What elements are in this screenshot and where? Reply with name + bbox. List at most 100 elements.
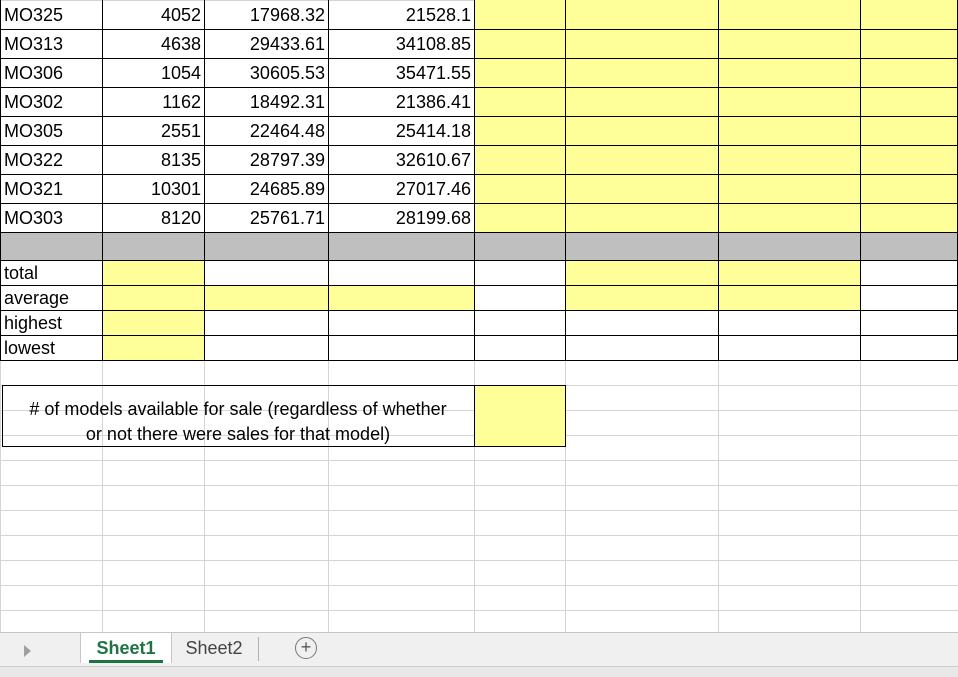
input-cell[interactable] bbox=[718, 145, 860, 174]
value-cell[interactable]: 28199.68 bbox=[328, 203, 474, 232]
cell-border bbox=[0, 203, 958, 204]
input-cell[interactable] bbox=[474, 29, 565, 58]
gridline-horizontal bbox=[0, 535, 958, 536]
gridline-horizontal bbox=[0, 610, 958, 611]
input-cell[interactable] bbox=[718, 203, 860, 232]
separator-row bbox=[0, 232, 958, 260]
summary-average-cell[interactable] bbox=[718, 285, 860, 310]
input-cell[interactable] bbox=[565, 58, 718, 87]
input-cell[interactable] bbox=[860, 29, 958, 58]
input-cell[interactable] bbox=[474, 0, 565, 29]
units-cell[interactable]: 4638 bbox=[102, 29, 204, 58]
summary-label-total[interactable]: total bbox=[0, 260, 102, 285]
value-cell[interactable]: 35471.55 bbox=[328, 58, 474, 87]
input-cell[interactable] bbox=[860, 116, 958, 145]
value-cell[interactable]: 32610.67 bbox=[328, 145, 474, 174]
input-cell[interactable] bbox=[860, 203, 958, 232]
model-cell[interactable]: MO322 bbox=[0, 145, 102, 174]
value-cell[interactable]: 17968.32 bbox=[204, 0, 328, 29]
summary-label-highest[interactable]: highest bbox=[0, 310, 102, 335]
status-bar bbox=[0, 666, 958, 677]
model-cell[interactable]: MO303 bbox=[0, 203, 102, 232]
cell-border bbox=[860, 0, 861, 361]
summary-average-cell[interactable] bbox=[565, 285, 718, 310]
summary-total-cell[interactable] bbox=[102, 260, 204, 285]
tab-divider bbox=[258, 637, 259, 661]
value-cell[interactable]: 25414.18 bbox=[328, 116, 474, 145]
cell-border bbox=[328, 0, 329, 361]
spreadsheet-grid[interactable]: MO325 4052 17968.32 21528.1 MO313 4638 29433.6… bbox=[0, 0, 958, 632]
input-cell[interactable] bbox=[474, 145, 565, 174]
sheet-tab-sheet1[interactable]: Sheet1 bbox=[80, 633, 172, 663]
summary-label-lowest[interactable]: lowest bbox=[0, 335, 102, 360]
units-cell[interactable]: 8135 bbox=[102, 145, 204, 174]
sheet-tab-bar: Sheet1 Sheet2 + bbox=[0, 632, 958, 667]
input-cell[interactable] bbox=[860, 58, 958, 87]
summary-total-cell[interactable] bbox=[718, 260, 860, 285]
summary-total-cell[interactable] bbox=[565, 260, 718, 285]
model-cell[interactable]: MO313 bbox=[0, 29, 102, 58]
scroll-tabs-arrow-icon[interactable] bbox=[24, 645, 31, 657]
input-cell[interactable] bbox=[860, 145, 958, 174]
input-cell[interactable] bbox=[718, 58, 860, 87]
units-cell[interactable]: 8120 bbox=[102, 203, 204, 232]
value-cell[interactable]: 34108.85 bbox=[328, 29, 474, 58]
summary-average-cell[interactable] bbox=[102, 285, 204, 310]
value-cell[interactable]: 24685.89 bbox=[204, 174, 328, 203]
input-cell[interactable] bbox=[718, 116, 860, 145]
model-cell[interactable]: MO325 bbox=[0, 0, 102, 29]
gridline-horizontal bbox=[0, 460, 958, 461]
summary-label-average[interactable]: average bbox=[0, 285, 102, 310]
input-cell[interactable] bbox=[474, 203, 565, 232]
input-cell[interactable] bbox=[565, 203, 718, 232]
summary-average-cell[interactable] bbox=[328, 285, 474, 310]
cell-border bbox=[0, 58, 958, 59]
summary-average-cell[interactable] bbox=[204, 285, 328, 310]
model-cell[interactable]: MO306 bbox=[0, 58, 102, 87]
gridline-horizontal bbox=[0, 585, 958, 586]
cell-border bbox=[0, 285, 958, 286]
value-cell[interactable]: 21386.41 bbox=[328, 87, 474, 116]
input-cell[interactable] bbox=[474, 58, 565, 87]
input-cell[interactable] bbox=[718, 29, 860, 58]
input-cell[interactable] bbox=[565, 174, 718, 203]
input-cell[interactable] bbox=[565, 29, 718, 58]
value-cell[interactable]: 28797.39 bbox=[204, 145, 328, 174]
units-cell[interactable]: 2551 bbox=[102, 116, 204, 145]
input-cell[interactable] bbox=[565, 87, 718, 116]
add-sheet-icon[interactable]: + bbox=[295, 637, 317, 659]
value-cell[interactable]: 22464.48 bbox=[204, 116, 328, 145]
input-cell[interactable] bbox=[474, 174, 565, 203]
value-cell[interactable]: 21528.1 bbox=[328, 0, 474, 29]
input-cell[interactable] bbox=[474, 87, 565, 116]
input-cell[interactable] bbox=[718, 174, 860, 203]
input-cell[interactable] bbox=[565, 116, 718, 145]
models-available-input[interactable] bbox=[474, 386, 565, 446]
summary-lowest-cell[interactable] bbox=[102, 335, 204, 360]
input-cell[interactable] bbox=[718, 87, 860, 116]
input-cell[interactable] bbox=[565, 0, 718, 29]
input-cell[interactable] bbox=[474, 116, 565, 145]
model-cell[interactable]: MO302 bbox=[0, 87, 102, 116]
cell-border bbox=[474, 0, 475, 361]
value-cell[interactable]: 27017.46 bbox=[328, 174, 474, 203]
input-cell[interactable] bbox=[860, 0, 958, 29]
sheet-tab-sheet2[interactable]: Sheet2 bbox=[172, 633, 256, 663]
input-cell[interactable] bbox=[860, 87, 958, 116]
units-cell[interactable]: 10301 bbox=[102, 174, 204, 203]
input-cell[interactable] bbox=[718, 0, 860, 29]
cell-border bbox=[204, 0, 205, 361]
summary-highest-cell[interactable] bbox=[102, 310, 204, 335]
units-cell[interactable]: 1054 bbox=[102, 58, 204, 87]
units-cell[interactable]: 1162 bbox=[102, 87, 204, 116]
model-cell[interactable]: MO305 bbox=[0, 116, 102, 145]
value-cell[interactable]: 29433.61 bbox=[204, 29, 328, 58]
value-cell[interactable]: 25761.71 bbox=[204, 203, 328, 232]
value-cell[interactable]: 30605.53 bbox=[204, 58, 328, 87]
input-cell[interactable] bbox=[860, 174, 958, 203]
input-cell[interactable] bbox=[565, 145, 718, 174]
value-cell[interactable]: 18492.31 bbox=[204, 87, 328, 116]
cell-border bbox=[0, 29, 958, 30]
units-cell[interactable]: 4052 bbox=[102, 0, 204, 29]
model-cell[interactable]: MO321 bbox=[0, 174, 102, 203]
